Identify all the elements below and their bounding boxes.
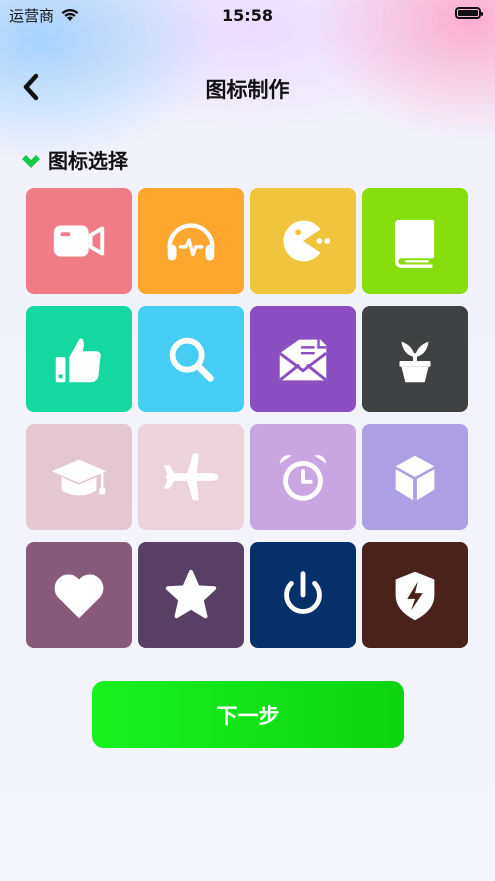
airplane-icon	[163, 453, 219, 501]
shield-bolt-icon	[395, 571, 435, 621]
icon-tile-book[interactable]	[362, 188, 468, 294]
search-icon	[169, 337, 214, 382]
icon-tile-airplane[interactable]	[138, 424, 244, 530]
heart-icon	[54, 574, 104, 619]
heart-badge-icon	[22, 154, 40, 168]
status-bar: 运营商 15:58	[0, 0, 495, 30]
navigation-bar: 图标制作	[0, 62, 495, 112]
section-header: 图标选择	[20, 145, 128, 174]
icon-tile-headphones[interactable]	[138, 188, 244, 294]
thumbs-up-icon	[55, 338, 101, 383]
cube-icon	[395, 455, 435, 501]
battery-icon	[455, 7, 483, 19]
icon-tile-pacman[interactable]	[250, 188, 356, 294]
icon-tile-video-camera[interactable]	[26, 188, 132, 294]
power-icon	[284, 571, 322, 614]
headphones-icon	[167, 223, 215, 261]
pacman-icon	[283, 220, 331, 262]
icon-tile-graduation-cap[interactable]	[26, 424, 132, 530]
icon-tile-thumbs-up[interactable]	[26, 306, 132, 412]
icon-grid	[26, 188, 468, 648]
book-icon	[394, 219, 435, 268]
icon-tile-alarm-clock[interactable]	[250, 424, 356, 530]
graduation-cap-icon	[51, 459, 107, 496]
icon-tile-shield-bolt[interactable]	[362, 542, 468, 648]
icon-tile-plant-pot[interactable]	[362, 306, 468, 412]
status-time: 15:58	[222, 5, 273, 25]
plant-pot-icon	[399, 341, 431, 383]
alarm-clock-icon	[279, 455, 327, 501]
icon-tile-cube[interactable]	[362, 424, 468, 530]
page-title: 图标制作	[205, 78, 290, 102]
icon-tile-power[interactable]	[250, 542, 356, 648]
next-step-button[interactable]: 下一步	[92, 681, 404, 748]
section-title: 图标选择	[48, 149, 128, 173]
envelope-icon	[278, 339, 328, 382]
icon-tile-search[interactable]	[138, 306, 244, 412]
icon-tile-heart[interactable]	[26, 542, 132, 648]
star-icon	[165, 569, 217, 619]
icon-tile-envelope[interactable]	[250, 306, 356, 412]
icon-tile-star[interactable]	[138, 542, 244, 648]
video-camera-icon	[53, 225, 105, 257]
